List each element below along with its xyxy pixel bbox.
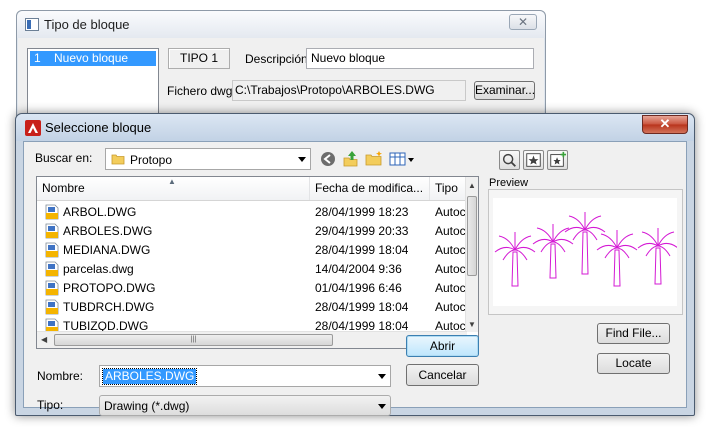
file-date: 29/04/1999 20:33: [315, 224, 409, 238]
preview-canvas: [493, 198, 679, 306]
cancel-button[interactable]: Cancelar: [406, 364, 479, 386]
palm-tree-shape: [596, 230, 638, 287]
dialog-title: Seleccione bloque: [45, 120, 152, 135]
scroll-down-icon[interactable]: ▼: [468, 320, 476, 329]
find-file-button[interactable]: Find File...: [597, 323, 670, 344]
palm-tree-shape: [532, 224, 574, 279]
file-name-input[interactable]: ARBOLES.DWG: [101, 368, 198, 385]
column-header-date[interactable]: Fecha de modifica...: [310, 177, 430, 200]
file-date: 28/04/1999 18:04: [315, 243, 409, 257]
file-date: 28/04/1999 18:23: [315, 205, 409, 219]
file-type: Autoc: [435, 224, 465, 238]
file-name: ARBOL.DWG: [63, 205, 137, 219]
vertical-scroll-thumb[interactable]: [467, 196, 477, 276]
block-type-titlebar: Tipo de bloque ✕: [17, 11, 545, 38]
lookin-label: Buscar en:: [35, 151, 93, 165]
chevron-down-icon[interactable]: [378, 374, 386, 379]
file-type: Autoc: [435, 262, 465, 276]
block-list-item-number: 1: [34, 51, 41, 65]
add-favorite-icon[interactable]: [547, 150, 568, 170]
nombre-label: Nombre:: [37, 369, 84, 383]
file-type: Autoc: [435, 281, 465, 295]
file-list[interactable]: Nombre ▲ Fecha de modifica... Tipo ARBOL…: [36, 176, 479, 349]
file-type-value: Drawing (*.dwg): [104, 399, 190, 413]
dwg-file-icon: [45, 299, 59, 315]
horizontal-scrollbar[interactable]: ◀ ||| ▶: [37, 331, 467, 348]
fichero-label: Fichero dwg: [167, 84, 233, 98]
back-icon[interactable]: [318, 149, 338, 169]
view-menu-icon[interactable]: [388, 149, 416, 169]
window-icon: [25, 18, 39, 31]
select-block-titlebar: Seleccione bloque ✕: [16, 114, 694, 141]
dwg-file-icon: [45, 261, 59, 277]
sort-ascending-icon: ▲: [168, 177, 176, 186]
file-date: 28/04/1999 18:04: [315, 300, 409, 314]
file-type: Autoc: [435, 243, 465, 257]
chevron-down-icon[interactable]: [298, 157, 306, 162]
folder-icon: [111, 154, 125, 165]
file-row[interactable]: ARBOL.DWG 28/04/1999 18:23 Autoc: [37, 203, 467, 222]
dwg-file-icon: [45, 204, 59, 220]
file-list-header: Nombre ▲ Fecha de modifica... Tipo: [37, 177, 467, 201]
file-row[interactable]: parcelas.dwg 14/04/2004 9:36 Autoc: [37, 260, 467, 279]
search-web-icon[interactable]: [499, 150, 520, 170]
file-name: PROTOPO.DWG: [63, 281, 156, 295]
lookin-combo[interactable]: Protopo: [105, 148, 311, 170]
up-folder-icon[interactable]: [341, 149, 361, 169]
palm-tree-shape: [494, 232, 536, 287]
dwg-file-icon: [45, 242, 59, 258]
file-row[interactable]: ARBOLES.DWG 29/04/1999 20:33 Autoc: [37, 222, 467, 241]
file-type: Autoc: [435, 300, 465, 314]
file-name: TUBDRCH.DWG: [63, 300, 155, 314]
block-list-item-name: Nuevo bloque: [54, 51, 129, 65]
new-folder-icon[interactable]: [364, 149, 384, 169]
lookin-value: Protopo: [130, 153, 173, 167]
close-button[interactable]: ✕: [642, 115, 688, 134]
descripcion-input[interactable]: Nuevo bloque: [306, 48, 534, 69]
preview-panel: [488, 189, 683, 315]
file-name: parcelas.dwg: [63, 262, 134, 276]
examinar-button[interactable]: Examinar...: [474, 81, 535, 100]
dwg-file-icon: [45, 223, 59, 239]
favorites-icon[interactable]: [523, 150, 544, 170]
tipo-label: Tipo:: [37, 398, 64, 412]
horizontal-scroll-thumb[interactable]: |||: [54, 334, 333, 346]
preview-label: Preview: [489, 177, 529, 189]
dwg-file-icon: [45, 280, 59, 296]
descripcion-label: Descripción: [245, 52, 308, 66]
file-row[interactable]: MEDIANA.DWG 28/04/1999 18:04 Autoc: [37, 241, 467, 260]
autocad-logo-icon: [25, 120, 41, 136]
file-name: ARBOLES.DWG: [63, 224, 153, 238]
vertical-scrollbar[interactable]: ▲ ▼: [465, 177, 478, 332]
scroll-left-icon[interactable]: ◀: [41, 335, 47, 344]
locate-button[interactable]: Locate: [597, 353, 670, 374]
file-type-select[interactable]: Drawing (*.dwg): [99, 395, 391, 416]
file-name-combo[interactable]: ARBOLES.DWG: [99, 365, 391, 387]
palm-trees-preview-image: [494, 212, 679, 287]
file-type: Autoc: [435, 205, 465, 219]
column-header-type[interactable]: Tipo: [430, 177, 470, 200]
block-type-title: Tipo de bloque: [44, 17, 130, 32]
tipo-label-box: TIPO 1: [168, 48, 230, 69]
fichero-input[interactable]: C:\Trabajos\Protopo\ARBOLES.DWG: [232, 80, 466, 101]
block-list-item[interactable]: 1 Nuevo bloque: [30, 51, 156, 66]
file-date: 01/04/1996 6:46: [315, 281, 402, 295]
chevron-down-icon[interactable]: [378, 404, 386, 409]
file-name: MEDIANA.DWG: [63, 243, 151, 257]
file-row[interactable]: PROTOPO.DWG 01/04/1996 6:46 Autoc: [37, 279, 467, 298]
file-row[interactable]: TUBDRCH.DWG 28/04/1999 18:04 Autoc: [37, 298, 467, 317]
file-date: 14/04/2004 9:36: [315, 262, 402, 276]
block-type-close-button[interactable]: ✕: [509, 14, 537, 30]
dialog-client-area: Buscar en: Protopo Nombre ▲ Fecha de mod…: [23, 141, 687, 416]
open-button[interactable]: Abrir: [406, 335, 479, 357]
select-block-dialog: Seleccione bloque ✕ Buscar en: Protopo N…: [15, 113, 695, 416]
scroll-up-icon[interactable]: ▲: [468, 181, 476, 190]
palm-tree-shape: [637, 228, 679, 285]
